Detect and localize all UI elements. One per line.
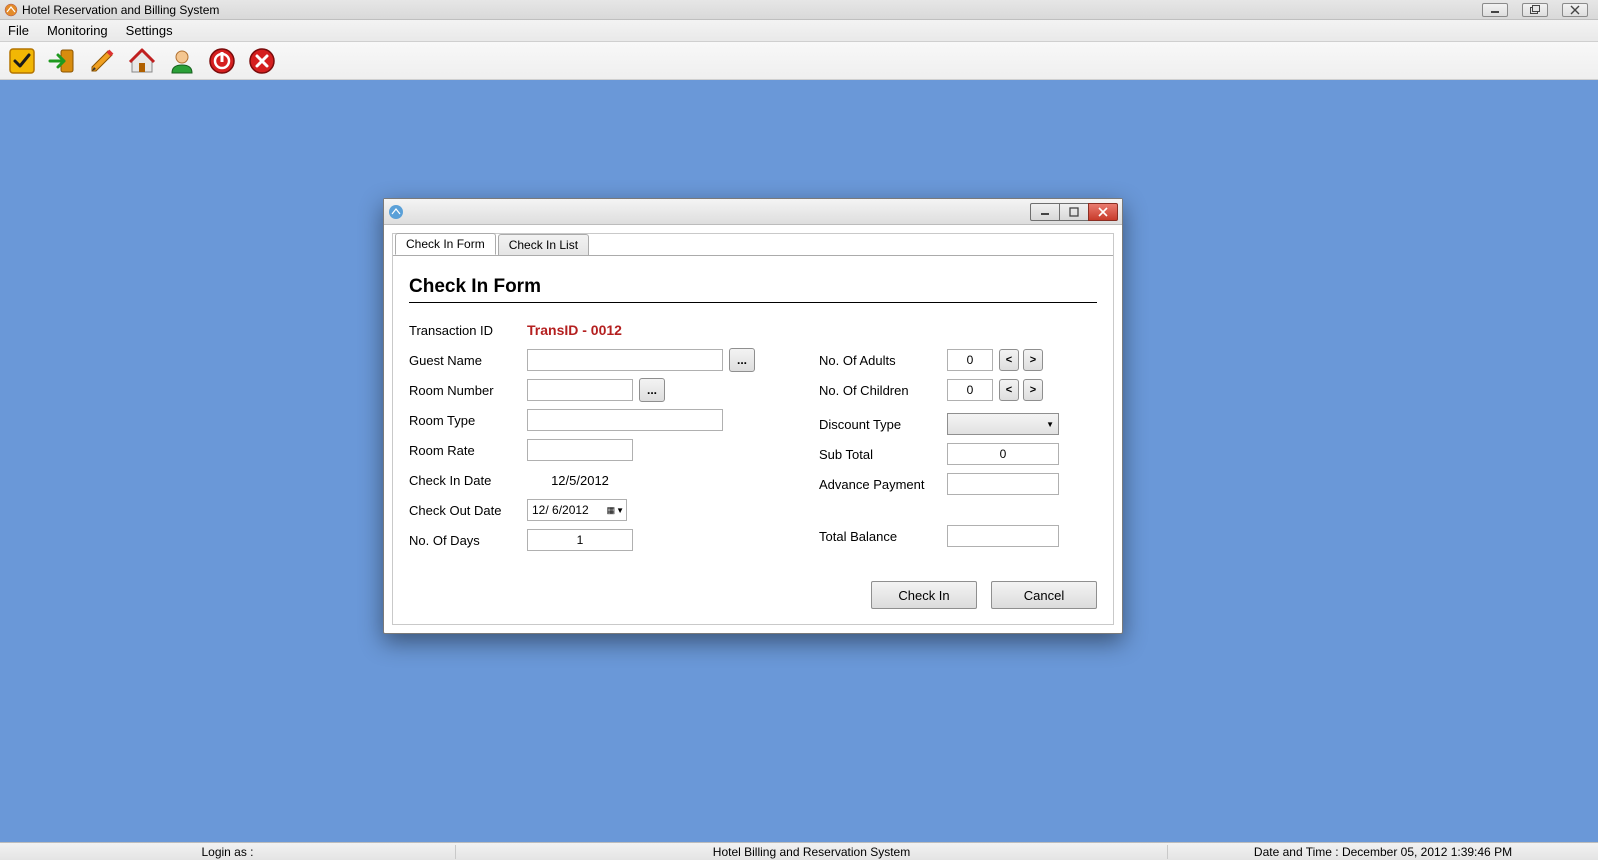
toolbar-user-icon[interactable] [166, 45, 198, 77]
form-right-column: No. Of Adults < > No. Of Children < [819, 315, 1097, 609]
guest-browse-button[interactable]: ... [729, 348, 755, 372]
label-advance-payment: Advance Payment [819, 477, 947, 492]
dialog-body: Check In Form Check In List Check In For… [392, 233, 1114, 625]
menu-settings[interactable]: Settings [126, 23, 173, 38]
label-room-number: Room Number [409, 383, 527, 398]
room-rate-input[interactable] [527, 439, 633, 461]
tabstrip: Check In Form Check In List [393, 233, 1113, 255]
no-of-children-input[interactable] [947, 379, 993, 401]
status-title: Hotel Billing and Reservation System [456, 845, 1168, 859]
sub-total-input[interactable] [947, 443, 1059, 465]
value-checkin-date: 12/5/2012 [527, 473, 633, 488]
form-left-column: Transaction ID TransID - 0012 Guest Name… [409, 315, 769, 609]
toolbar-home-icon[interactable] [126, 45, 158, 77]
main-titlebar: Hotel Reservation and Billing System [0, 0, 1598, 20]
checkout-date-picker[interactable]: 12/ 6/2012 ▦▼ [527, 499, 627, 521]
chevron-down-icon: ▼ [616, 506, 624, 515]
guest-name-input[interactable] [527, 349, 723, 371]
children-decrement-button[interactable]: < [999, 379, 1019, 401]
room-type-input[interactable] [527, 409, 723, 431]
label-checkout-date: Check Out Date [409, 503, 527, 518]
advance-payment-input[interactable] [947, 473, 1059, 495]
tab-checkin-list[interactable]: Check In List [498, 234, 589, 256]
adults-increment-button[interactable]: > [1023, 349, 1043, 371]
menubar: File Monitoring Settings [0, 20, 1598, 42]
checkout-date-value: 12/ 6/2012 [532, 503, 589, 517]
dialog-close-button[interactable] [1088, 203, 1118, 221]
label-no-of-children: No. Of Children [819, 383, 947, 398]
dialog-titlebar [384, 199, 1122, 225]
total-balance-input[interactable] [947, 525, 1059, 547]
label-no-of-days: No. Of Days [409, 533, 527, 548]
toolbar-checklist-icon[interactable] [6, 45, 38, 77]
status-datetime: Date and Time : December 05, 2012 1:39:4… [1168, 845, 1598, 859]
adults-decrement-button[interactable]: < [999, 349, 1019, 371]
toolbar-power-icon[interactable] [206, 45, 238, 77]
discount-type-select[interactable] [947, 413, 1059, 435]
action-row: Check In Cancel [819, 581, 1097, 609]
mdi-area: Check In Form Check In List Check In For… [0, 80, 1598, 842]
no-of-adults-input[interactable] [947, 349, 993, 371]
label-discount-type: Discount Type [819, 417, 947, 432]
label-transaction-id: Transaction ID [409, 323, 527, 338]
children-increment-button[interactable]: > [1023, 379, 1043, 401]
main-restore-button[interactable] [1522, 3, 1548, 17]
app-icon [4, 3, 18, 17]
dialog-maximize-button[interactable] [1059, 203, 1089, 221]
statusbar: Login as : Hotel Billing and Reservation… [0, 842, 1598, 860]
dialog-app-icon [388, 204, 404, 220]
calendar-icon: ▦ [607, 505, 616, 516]
dialog-minimize-button[interactable] [1030, 203, 1060, 221]
no-of-days-input[interactable] [527, 529, 633, 551]
tab-page: Check In Form Transaction ID TransID - 0… [393, 255, 1113, 623]
toolbar-checkin-icon[interactable] [46, 45, 78, 77]
main-close-button[interactable] [1562, 3, 1588, 17]
checkin-dialog: Check In Form Check In List Check In For… [383, 198, 1123, 634]
status-login: Login as : [0, 845, 456, 859]
label-total-balance: Total Balance [819, 529, 947, 544]
checkin-button[interactable]: Check In [871, 581, 977, 609]
main-minimize-button[interactable] [1482, 3, 1508, 17]
menu-file[interactable]: File [8, 23, 29, 38]
tab-checkin-form[interactable]: Check In Form [395, 233, 496, 255]
label-room-type: Room Type [409, 413, 527, 428]
label-guest-name: Guest Name [409, 353, 527, 368]
toolbar [0, 42, 1598, 80]
toolbar-close-icon[interactable] [246, 45, 278, 77]
toolbar-pencil-icon[interactable] [86, 45, 118, 77]
label-room-rate: Room Rate [409, 443, 527, 458]
value-transaction-id: TransID - 0012 [527, 322, 622, 338]
label-sub-total: Sub Total [819, 447, 947, 462]
room-browse-button[interactable]: ... [639, 378, 665, 402]
label-checkin-date: Check In Date [409, 473, 527, 488]
cancel-button[interactable]: Cancel [991, 581, 1097, 609]
label-no-of-adults: No. Of Adults [819, 353, 947, 368]
menu-monitoring[interactable]: Monitoring [47, 23, 108, 38]
room-number-input[interactable] [527, 379, 633, 401]
form-heading: Check In Form [409, 276, 1097, 303]
app-title: Hotel Reservation and Billing System [22, 3, 219, 17]
